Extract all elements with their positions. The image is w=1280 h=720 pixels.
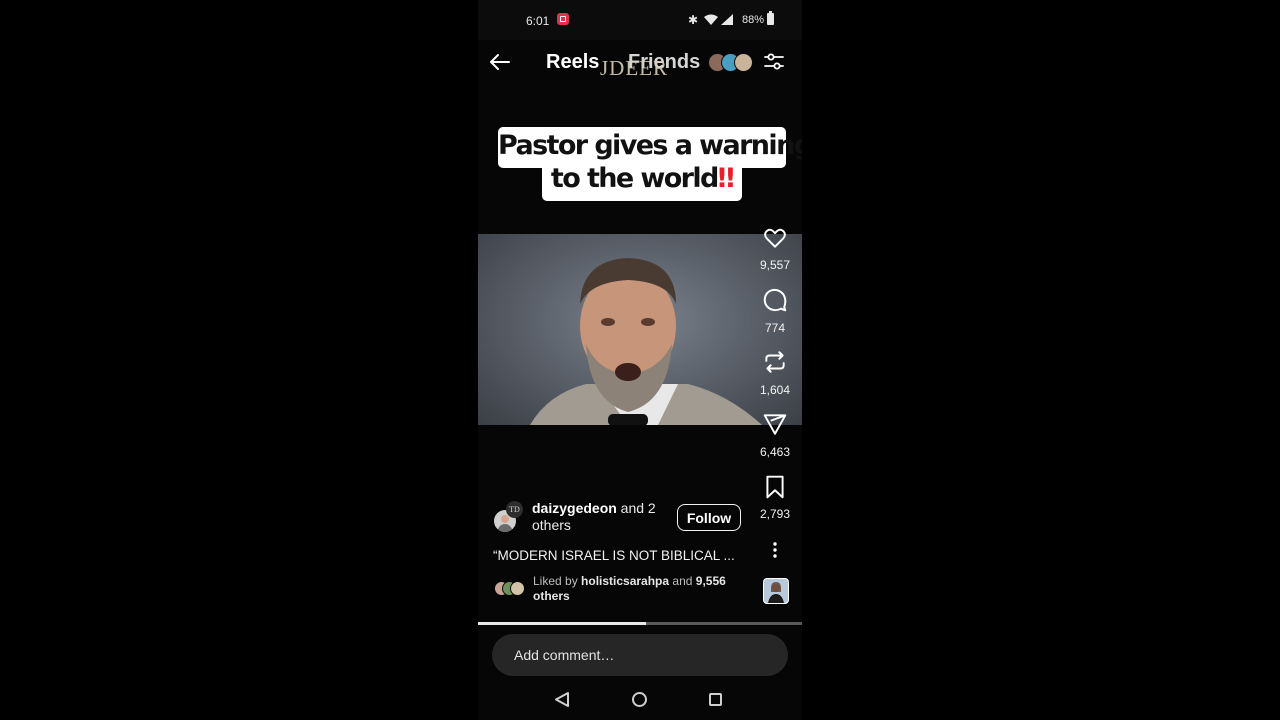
friend-avatar (734, 53, 753, 72)
author-username[interactable]: daizygedeon (532, 500, 617, 516)
status-time: 6:01 (526, 14, 550, 28)
add-comment-input[interactable] (492, 634, 788, 676)
bookmark-icon[interactable] (762, 474, 788, 500)
video-progress-fill (478, 622, 647, 625)
video-title-line2: to the world‼ (542, 161, 742, 201)
back-arrow-icon[interactable] (488, 50, 512, 74)
video-watermark: JDEER (600, 56, 668, 80)
audio-thumbnail[interactable] (763, 578, 789, 604)
author-names[interactable]: daizygedeon and 2 others (532, 500, 667, 534)
audio-thumbnail-image (768, 582, 784, 603)
follow-button[interactable]: Follow (677, 504, 741, 531)
tab-reels[interactable]: Reels (546, 51, 599, 74)
liked-by-prefix: Liked by (533, 574, 582, 588)
status-bar: 6:01 ✱ 88% (478, 0, 802, 40)
share-count: 6,463 (759, 445, 791, 459)
battery-percent: 88% (742, 14, 765, 26)
bluetooth-icon: ✱ (688, 13, 699, 27)
save-count: 2,793 (759, 507, 791, 521)
share-icon[interactable] (762, 411, 788, 437)
liked-by-count: 9,556 (695, 574, 726, 588)
comment-icon[interactable] (762, 287, 788, 313)
comment-count: 774 (764, 321, 786, 335)
liked-by-avatars (494, 581, 526, 596)
liked-by-middle: and (669, 574, 696, 588)
repost-count: 1,604 (759, 383, 791, 397)
liker-avatar (510, 581, 525, 596)
post-caption[interactable]: “MODERN ISRAEL IS NOT BIBLICAL ... (493, 548, 748, 563)
filter-icon[interactable] (762, 50, 786, 74)
signal-icon (721, 14, 733, 25)
like-count: 9,557 (759, 258, 791, 272)
coauthor-avatar[interactable]: TD (506, 501, 523, 518)
liked-by-text[interactable]: Liked by holisticsarahpa and 9,556 other… (533, 574, 748, 604)
repost-icon[interactable] (762, 349, 788, 375)
liked-by-suffix: others (533, 589, 570, 603)
nav-home-icon[interactable] (632, 692, 647, 707)
liked-by-username[interactable]: holisticsarahpa (581, 574, 669, 588)
double-exclamation-icon: ‼ (717, 163, 735, 194)
video-title-line2-text: to the world (550, 163, 719, 194)
more-options-icon[interactable] (762, 540, 788, 562)
video-progress-bar[interactable] (478, 622, 802, 625)
nav-back-icon[interactable] (554, 691, 570, 708)
heart-icon[interactable] (762, 225, 788, 251)
battery-icon (767, 11, 774, 25)
screen-record-icon (557, 13, 569, 25)
nav-recents-icon[interactable] (709, 693, 722, 706)
phone-screen: 6:01 ✱ 88% Reels Friends JDEER Pastor gi… (478, 0, 802, 720)
wifi-icon (704, 14, 718, 25)
friend-avatars[interactable] (708, 53, 754, 72)
